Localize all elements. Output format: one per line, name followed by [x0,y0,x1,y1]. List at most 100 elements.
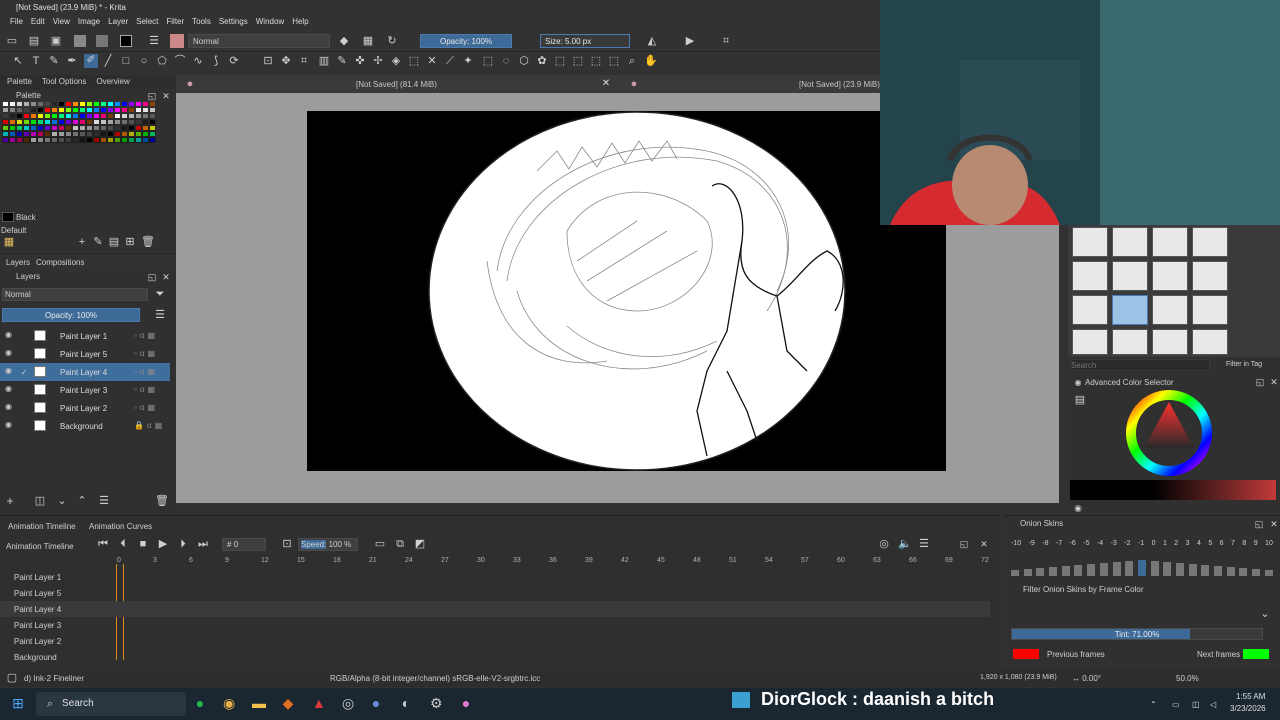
brush-preset[interactable] [1152,329,1188,355]
palette-swatch[interactable] [135,137,142,143]
speed-field[interactable]: Speed: 100 % [298,538,358,551]
tab-compositions[interactable]: Compositions [36,258,84,270]
color-picker-icon[interactable]: ✎ [336,55,348,67]
palette-swatch[interactable] [86,137,93,143]
onion-opacity-bar[interactable] [1214,566,1222,576]
color-settings-icon[interactable]: ▤ [1074,394,1086,406]
eraser-icon[interactable]: ◆ [338,35,350,47]
onion-skin-icon[interactable]: ◎ [878,538,890,550]
taskbar-search[interactable]: ⌕ Search [36,692,186,716]
palette-swatch[interactable] [93,137,100,143]
settings-icon[interactable]: ⚙ [430,696,443,710]
frame-copy-icon[interactable]: ⧉ [394,538,406,550]
menu-edit[interactable]: Edit [27,15,49,29]
visibility-eye-icon[interactable]: ◉ [5,367,13,375]
opacity-slider[interactable]: Opacity: 100% [420,34,512,48]
menu-file[interactable]: File [6,15,27,29]
mirror-vertical-icon[interactable]: ▶ [684,35,696,47]
palette-swatch[interactable] [16,137,23,143]
onion-frame-number[interactable]: -3 [1111,540,1117,550]
file-explorer-icon[interactable]: ▬ [252,696,266,710]
tint-slider[interactable]: Tint: 71.00% [1011,628,1263,640]
brush-preset[interactable] [1072,261,1108,291]
ellipse-tool-icon[interactable]: ○ [138,55,150,67]
layer-row-paint-layer-5[interactable]: ◉ Paint Layer 5 ▫α▦ [0,345,170,363]
layer-flags-icon[interactable]: ▫α▦ [134,403,158,412]
duplicate-layer-icon[interactable]: ◫ [34,495,46,507]
palette-swatch[interactable] [121,137,128,143]
palette-swatch[interactable] [58,137,65,143]
visibility-eye-icon[interactable]: ◉ [5,331,13,339]
color-history-strip[interactable] [1070,480,1276,500]
delete-swatch-icon[interactable]: 🗑 [141,236,155,248]
next-frames-color[interactable] [1243,649,1269,659]
onion-opacity-bar[interactable] [1112,562,1121,576]
palette-swatch[interactable] [100,137,107,143]
prev-frame-icon[interactable]: ⏴ [117,538,129,550]
text-tool-icon[interactable]: T [30,55,42,67]
onion-opacity-bar[interactable] [1049,567,1058,576]
visibility-eye-icon[interactable]: ◉ [5,403,13,411]
onion-opacity-bar[interactable] [1226,567,1235,576]
onion-opacity-bar[interactable] [1150,561,1159,576]
measure-tool-icon[interactable]: ⟋ [444,55,456,67]
float-icon[interactable]: ◱ [1254,376,1266,388]
menu-settings[interactable]: Settings [215,15,252,29]
palette-swatch[interactable] [107,137,114,143]
tab-overview[interactable]: Overview [92,75,133,89]
onion-opacity-bar[interactable] [1163,562,1172,576]
zoom-tool-icon[interactable]: ⌕ [626,55,638,67]
brush-preset[interactable] [1192,329,1228,355]
float-icon[interactable]: ◱ [146,271,158,283]
menu-layer[interactable]: Layer [104,15,132,29]
gradient-tool-icon[interactable]: ▥ [318,55,330,67]
palette-swatch[interactable] [79,137,86,143]
tab-animation-timeline[interactable]: Animation Timeline [8,522,76,531]
onion-frame-number[interactable]: 9 [1254,540,1258,550]
onion-opacity-bar[interactable] [1011,570,1019,576]
dynamic-brush-icon[interactable]: ⟳ [228,55,240,67]
brush-search-input[interactable] [1070,359,1210,371]
onion-opacity-bar[interactable] [1125,561,1134,576]
brush-preset[interactable] [1112,227,1148,257]
blend-mode-select[interactable]: Normal [188,34,330,48]
layer-properties-icon[interactable]: ☰ [98,495,110,507]
onion-frame-number[interactable]: 5 [1208,540,1212,550]
onion-opacity-bar[interactable] [1188,564,1197,576]
grid-view-icon[interactable]: ⊞ [124,236,136,248]
onion-frame-number[interactable]: 4 [1197,540,1201,550]
brush-preset[interactable] [1072,329,1108,355]
brush-presets-icon[interactable]: ☰ [148,35,160,47]
bezier-select-icon[interactable]: ⬚ [590,55,602,67]
onion-frame-number[interactable]: 6 [1220,540,1224,550]
pan-tool-icon[interactable]: ✋ [644,55,658,67]
save-icon[interactable]: ▣ [50,35,62,47]
discord-icon[interactable]: ● [370,696,382,710]
layer-opacity-slider[interactable]: Opacity: 100% [2,308,140,322]
onion-frame-number[interactable]: 7 [1231,540,1235,550]
magnetic-select-icon[interactable]: ⬚ [608,55,620,67]
visibility-eye-icon[interactable]: ◉ [5,385,13,393]
taskbar-date[interactable]: 3/23/2026 [1230,704,1266,713]
rectangle-tool-icon[interactable]: □ [120,55,132,67]
palette-swatch[interactable] [2,137,9,143]
filter-onion-label[interactable]: Filter Onion Skins by Frame Color [1023,585,1143,594]
select-shapes-icon[interactable]: ↖ [12,55,24,67]
windows-start-icon[interactable]: ⊞ [12,696,24,710]
timeline-row-active[interactable]: Paint Layer 4 [0,601,990,617]
polygon-select-icon[interactable]: ⬡ [518,55,530,67]
brush-preset[interactable] [1192,227,1228,257]
brush-preset[interactable] [1072,227,1108,257]
onion-frame-number[interactable]: -6 [1070,540,1076,550]
obs-icon[interactable]: ◎ [342,696,354,710]
onion-frame-number[interactable]: 3 [1186,540,1190,550]
onion-frame-number[interactable]: 2 [1174,540,1178,550]
onion-opacity-bar[interactable] [1061,566,1070,576]
palette-swatch[interactable] [142,137,149,143]
palette-name[interactable]: Default [1,226,26,235]
brush-preset[interactable] [1192,261,1228,291]
krita-icon[interactable]: ● [460,696,472,710]
timeline-row[interactable]: Background [0,649,990,665]
mirror-horizontal-icon[interactable]: ◭ [646,35,658,47]
color-options-icon[interactable]: ◉ [1072,502,1084,514]
